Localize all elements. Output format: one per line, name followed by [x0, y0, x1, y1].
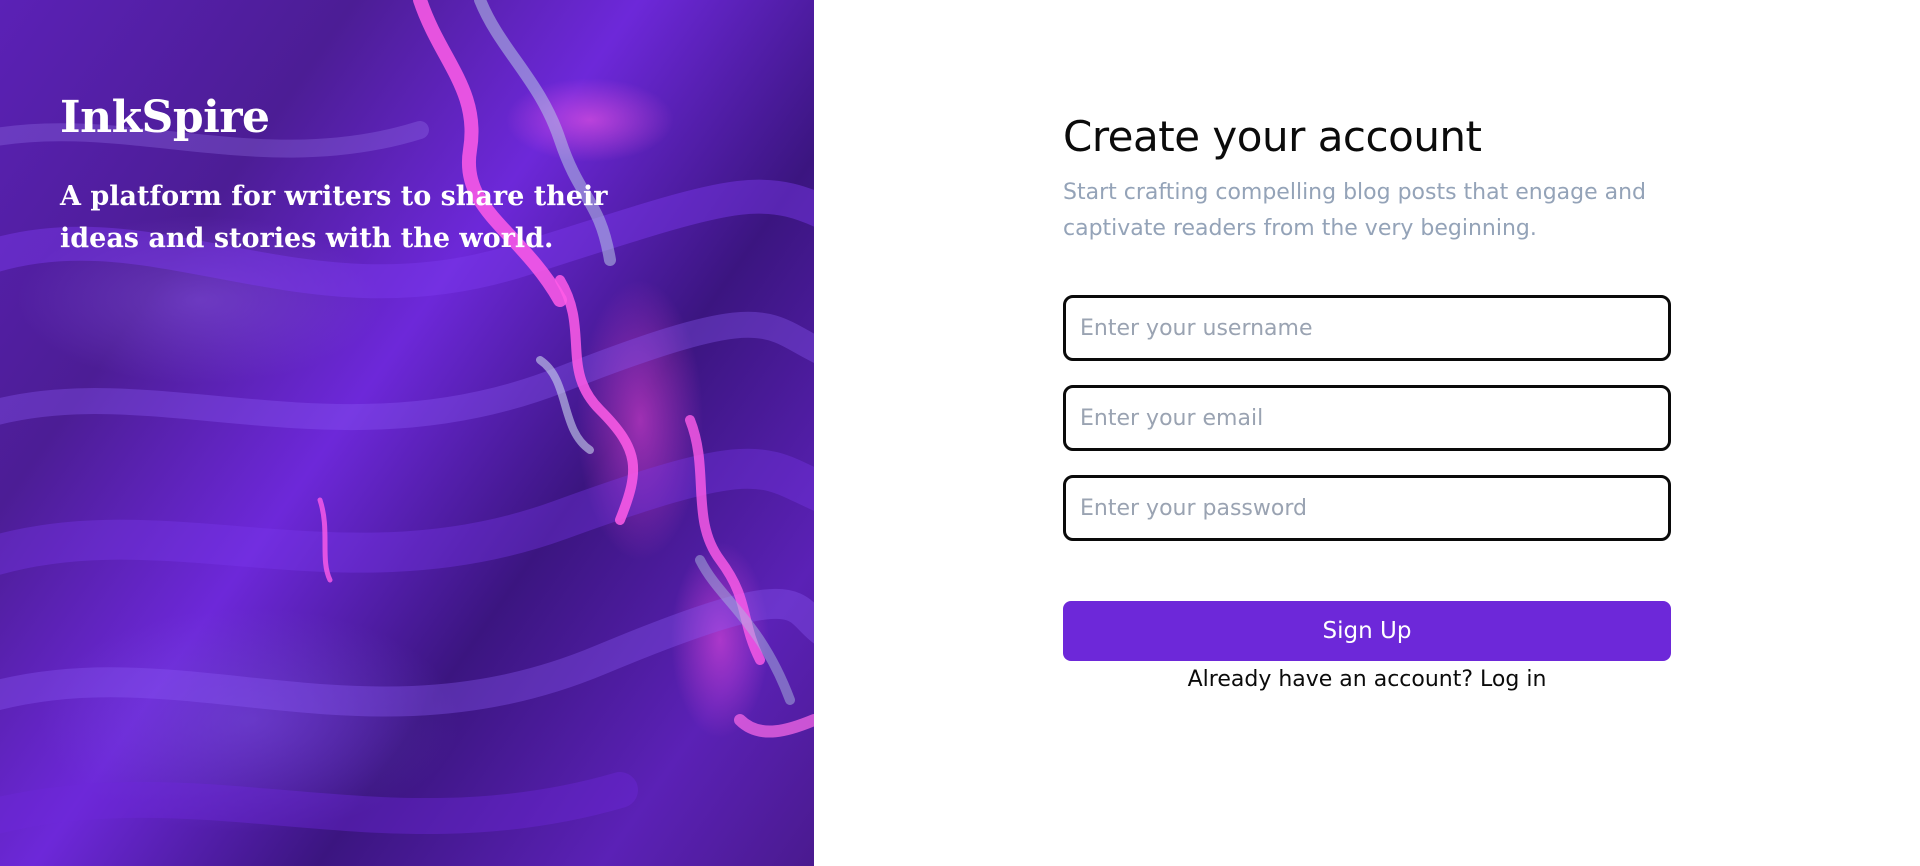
login-link[interactable]: Log in — [1480, 667, 1546, 692]
signup-form: Create your account Start crafting compe… — [1063, 112, 1671, 692]
signup-form-panel: Create your account Start crafting compe… — [814, 0, 1920, 866]
login-prompt: Already have an account? Log in — [1063, 667, 1671, 692]
form-subtitle: Start crafting compelling blog posts tha… — [1063, 180, 1647, 241]
form-title: Create your account — [1063, 112, 1482, 161]
username-input[interactable] — [1063, 295, 1671, 361]
brand-name: InkSpire — [60, 92, 270, 143]
signup-page: InkSpire A platform for writers to share… — [0, 0, 1920, 866]
brand-tagline: A platform for writers to share their id… — [60, 181, 608, 254]
sign-up-button[interactable]: Sign Up — [1063, 601, 1671, 661]
hero-panel: InkSpire A platform for writers to share… — [0, 0, 814, 866]
login-prompt-text: Already have an account? — [1187, 667, 1474, 692]
password-input[interactable] — [1063, 475, 1671, 541]
email-input[interactable] — [1063, 385, 1671, 451]
